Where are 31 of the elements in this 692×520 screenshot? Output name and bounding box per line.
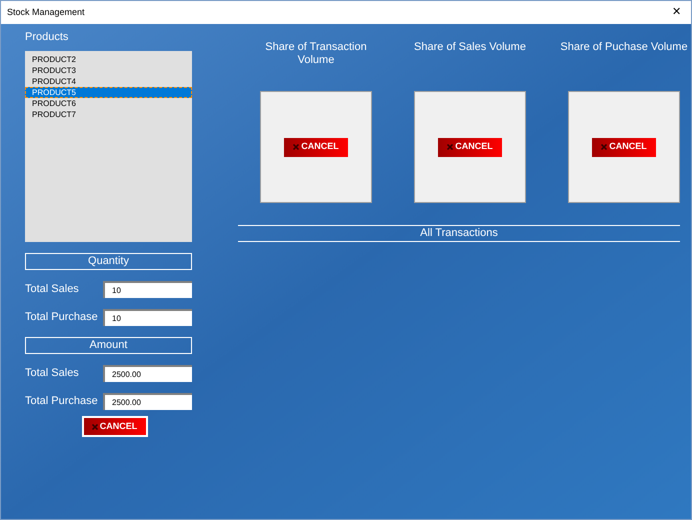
chart-title: Share of Transaction Volume <box>264 41 368 68</box>
field-label: Total Sales <box>25 282 79 298</box>
x-icon <box>92 424 98 430</box>
product-item[interactable]: PRODUCT2 <box>25 54 192 65</box>
x-icon <box>293 144 300 150</box>
x-icon <box>601 144 608 150</box>
cancel-button[interactable]: CANCEL <box>82 416 148 437</box>
chart-title: Share of Sales Volume <box>413 41 527 55</box>
x-icon <box>447 144 454 150</box>
product-item[interactable]: PRODUCT5 <box>25 87 192 98</box>
input-field[interactable]: 10 <box>103 309 192 326</box>
input-field[interactable]: 2500.00 <box>103 393 192 410</box>
product-item[interactable]: PRODUCT7 <box>25 109 192 120</box>
input-field[interactable]: 10 <box>103 281 192 298</box>
field-label: Total Sales <box>25 366 79 382</box>
product-item[interactable]: PRODUCT4 <box>25 76 192 87</box>
chart-title: Share of Puchase Volume <box>559 41 689 55</box>
all-transactions-header: All Transactions <box>238 225 680 242</box>
section-header: Quantity <box>25 253 192 270</box>
cancel-button[interactable]: CANCEL <box>284 138 348 156</box>
field-label: Total Purchase <box>25 310 98 326</box>
products-title: Products <box>25 30 70 44</box>
close-button[interactable]: ✕ <box>672 4 681 21</box>
section-header: Amount <box>25 337 192 354</box>
window-title: Stock Management <box>7 6 85 19</box>
cancel-button[interactable]: CANCEL <box>592 138 656 156</box>
field-label: Total Purchase <box>25 394 98 410</box>
input-field[interactable]: 2500.00 <box>103 365 192 382</box>
product-item[interactable]: PRODUCT3 <box>25 65 192 76</box>
product-item[interactable]: PRODUCT6 <box>25 98 192 109</box>
cancel-button[interactable]: CANCEL <box>438 138 502 156</box>
